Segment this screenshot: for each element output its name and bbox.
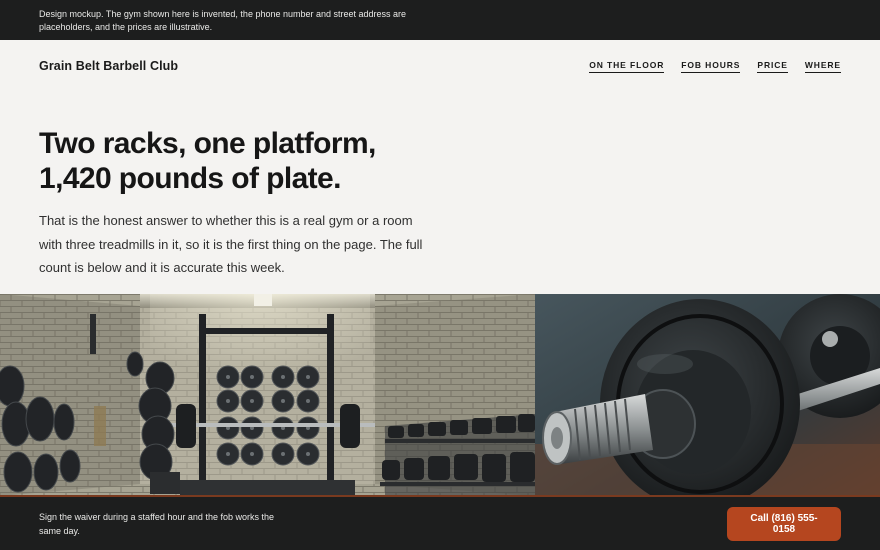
waiver-note: Sign the waiver during a staffed hour an… [39, 511, 274, 536]
hero-section: Two racks, one platform, 1,420 pounds of… [39, 126, 439, 280]
nav-link-on-the-floor[interactable]: ON THE FLOOR [589, 60, 665, 73]
disclaimer-text: Design mockup. The gym shown here is inv… [39, 9, 407, 32]
nav-link-where[interactable]: WHERE [804, 60, 841, 73]
disclaimer-banner: Design mockup. The gym shown here is inv… [0, 0, 880, 40]
hero-body: That is the honest answer to whether thi… [39, 213, 423, 275]
site-header: Grain Belt Barbell Club ON THE FLOOR FOB… [0, 40, 880, 92]
nav-link-price[interactable]: PRICE [757, 60, 788, 73]
barbell-closeup-photo [535, 294, 880, 496]
call-button[interactable]: Call (816) 555-0158 [727, 506, 841, 541]
gym-room-photo [0, 294, 535, 496]
photo-strip [0, 294, 880, 496]
nav-link-fob-hours[interactable]: FOB HOURS [681, 60, 741, 73]
sticky-call-bar: Sign the waiver during a staffed hour an… [0, 495, 880, 550]
brand-name[interactable]: Grain Belt Barbell Club [39, 59, 178, 73]
main-nav: ON THE FLOOR FOB HOURS PRICE WHERE [589, 60, 841, 73]
hero-title: Two racks, one platform, 1,420 pounds of… [39, 127, 376, 195]
